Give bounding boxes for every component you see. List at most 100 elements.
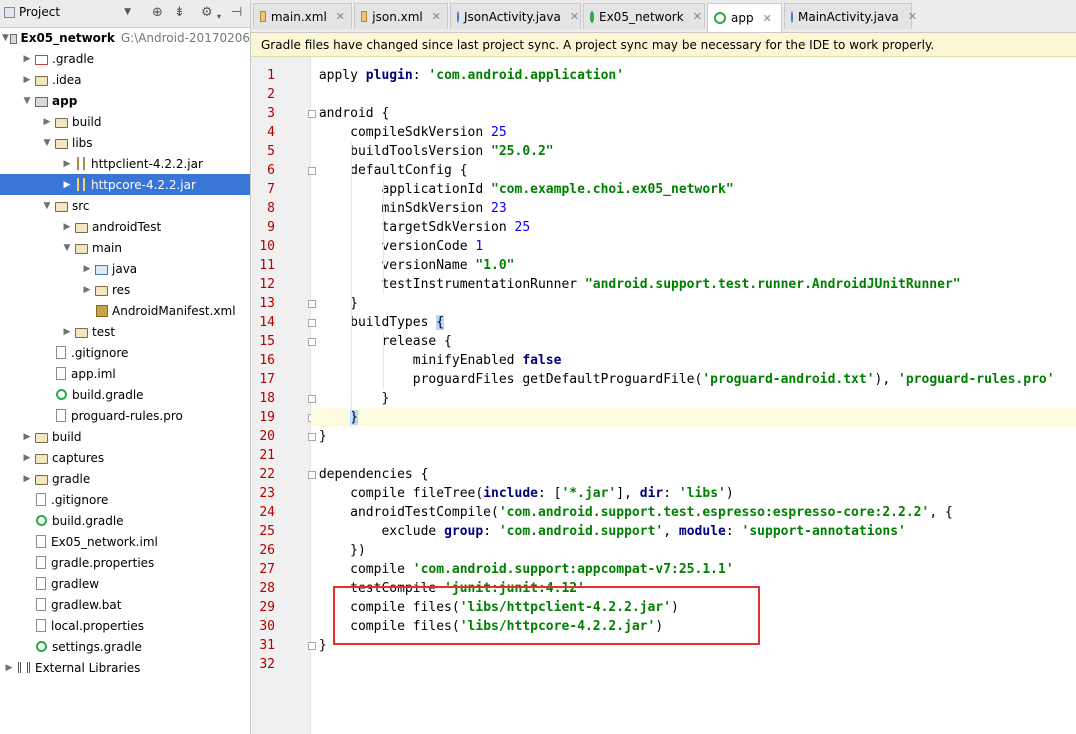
- close-tab-icon[interactable]: ✕: [763, 12, 772, 25]
- close-tab-icon[interactable]: ✕: [336, 10, 345, 23]
- code-line[interactable]: [311, 446, 1076, 465]
- collapse-arrow-icon[interactable]: ▶: [80, 285, 94, 295]
- tree-item[interactable]: ▼ main: [0, 237, 250, 258]
- code-line[interactable]: exclude group: 'com.android.support', mo…: [311, 522, 1076, 541]
- tree-item[interactable]: .gitignore: [0, 342, 250, 363]
- gear-menu-chevron-icon[interactable]: ▾: [217, 9, 221, 25]
- expand-arrow-icon[interactable]: ▼: [60, 243, 74, 253]
- tree-item[interactable]: ▶ httpclient-4.2.2.jar: [0, 153, 250, 174]
- tree-item[interactable]: Ex05_network.iml: [0, 531, 250, 552]
- expand-arrow-icon[interactable]: ▼: [40, 201, 54, 211]
- code-line[interactable]: apply plugin: 'com.android.application': [311, 66, 1076, 85]
- indent-guide: [351, 142, 352, 427]
- collapse-arrow-icon[interactable]: ▶: [60, 180, 74, 190]
- tree-item[interactable]: ▶ java: [0, 258, 250, 279]
- code-line[interactable]: compileSdkVersion 25: [311, 123, 1076, 142]
- editor-tab[interactable]: json.xml ✕: [354, 3, 448, 29]
- collapse-arrow-icon[interactable]: ▶: [60, 222, 74, 232]
- tree-item[interactable]: ▼ libs: [0, 132, 250, 153]
- collapse-arrow-icon[interactable]: ▶: [20, 474, 34, 484]
- tree-item[interactable]: ▼ app: [0, 90, 250, 111]
- code-line[interactable]: }: [311, 389, 1076, 408]
- collapse-all-icon[interactable]: ⇟: [174, 5, 185, 21]
- tree-item[interactable]: gradlew.bat: [0, 594, 250, 615]
- editor-gutter[interactable]: 1 2 3 4 5 6 7 8 9 10 11 12 13 14 15 16 17 18 19 20 21 22 23 24 2…: [251, 57, 316, 734]
- project-view-selector[interactable]: Project ▼: [4, 5, 131, 19]
- code-line[interactable]: versionName "1.0": [311, 256, 1076, 275]
- line-number: 2: [267, 87, 275, 102]
- close-tab-icon[interactable]: ✕: [693, 10, 702, 23]
- tree-item[interactable]: ▶ captures: [0, 447, 250, 468]
- expand-arrow-icon[interactable]: ▼: [20, 96, 34, 106]
- code-line[interactable]: targetSdkVersion 25: [311, 218, 1076, 237]
- code-line[interactable]: [311, 85, 1076, 104]
- tree-item[interactable]: settings.gradle: [0, 636, 250, 657]
- tree-item[interactable]: build.gradle: [0, 384, 250, 405]
- code-line[interactable]: proguardFiles getDefaultProguardFile('pr…: [311, 370, 1076, 389]
- gear-icon[interactable]: ⚙: [201, 5, 213, 21]
- code-line[interactable]: }: [311, 427, 1076, 446]
- tree-item[interactable]: .gitignore: [0, 489, 250, 510]
- tree-item[interactable]: build.gradle: [0, 510, 250, 531]
- code-line[interactable]: compile fileTree(include: ['*.jar'], dir…: [311, 484, 1076, 503]
- code-line[interactable]: release {: [311, 332, 1076, 351]
- code-line[interactable]: dependencies {: [311, 465, 1076, 484]
- code-line[interactable]: [311, 655, 1076, 674]
- tree-item[interactable]: ▶ res: [0, 279, 250, 300]
- tree-item[interactable]: proguard-rules.pro: [0, 405, 250, 426]
- collapse-arrow-icon[interactable]: ▶: [60, 327, 74, 337]
- code-line[interactable]: testInstrumentationRunner "android.suppo…: [311, 275, 1076, 294]
- code-line[interactable]: android {: [311, 104, 1076, 123]
- collapse-arrow-icon[interactable]: ▶: [80, 264, 94, 274]
- collapse-arrow-icon[interactable]: ▶: [20, 75, 34, 85]
- code-line[interactable]: applicationId "com.example.choi.ex05_net…: [311, 180, 1076, 199]
- sync-scroll-icon[interactable]: ⊕: [152, 5, 163, 21]
- tree-item[interactable]: ▼ src: [0, 195, 250, 216]
- tree-item[interactable]: ▶ build: [0, 426, 250, 447]
- editor-tab[interactable]: app ✕: [707, 3, 782, 32]
- code-line[interactable]: defaultConfig {: [311, 161, 1076, 180]
- collapse-arrow-icon[interactable]: ▶: [20, 432, 34, 442]
- collapse-arrow-icon[interactable]: ▶: [40, 117, 54, 127]
- code-line[interactable]: minifyEnabled false: [311, 351, 1076, 370]
- code-line[interactable]: minSdkVersion 23: [311, 199, 1076, 218]
- tree-item[interactable]: ▶ httpcore-4.2.2.jar: [0, 174, 250, 195]
- close-tab-icon[interactable]: ✕: [908, 10, 917, 23]
- tree-item[interactable]: ▼ Ex05_network G:\Android-20170206: [0, 27, 250, 48]
- tree-item[interactable]: ▶ .gradle: [0, 48, 250, 69]
- tree-item[interactable]: ▶ .idea: [0, 69, 250, 90]
- collapse-arrow-icon[interactable]: ▶: [20, 54, 34, 64]
- code-line[interactable]: compile 'com.android.support:appcompat-v…: [311, 560, 1076, 579]
- code-line[interactable]: }: [311, 408, 1076, 427]
- editor-tab[interactable]: Ex05_network ✕: [583, 3, 705, 29]
- close-tab-icon[interactable]: ✕: [432, 10, 441, 23]
- code-line[interactable]: }): [311, 541, 1076, 560]
- tree-item[interactable]: gradle.properties: [0, 552, 250, 573]
- code-line[interactable]: buildToolsVersion "25.0.2": [311, 142, 1076, 161]
- expand-arrow-icon[interactable]: ▼: [40, 138, 54, 148]
- editor-tab[interactable]: JsonActivity.java ✕: [450, 3, 581, 29]
- tree-item[interactable]: ▶ build: [0, 111, 250, 132]
- tree-item[interactable]: ▶ External Libraries: [0, 657, 250, 678]
- tree-item[interactable]: gradlew: [0, 573, 250, 594]
- code-line[interactable]: buildTypes {: [311, 313, 1076, 332]
- tree-item[interactable]: app.iml: [0, 363, 250, 384]
- collapse-arrow-icon[interactable]: ▶: [2, 663, 16, 673]
- tab-label: app: [731, 11, 754, 25]
- tree-item[interactable]: local.properties: [0, 615, 250, 636]
- tree-item[interactable]: ▶ gradle: [0, 468, 250, 489]
- tree-item[interactable]: ▶ test: [0, 321, 250, 342]
- editor-tab[interactable]: MainActivity.java ✕: [784, 3, 917, 29]
- editor-tab[interactable]: main.xml ✕: [253, 3, 352, 29]
- gradle-file-icon: [36, 641, 47, 652]
- collapse-arrow-icon[interactable]: ▶: [20, 453, 34, 463]
- expand-arrow-icon[interactable]: ▼: [2, 33, 9, 43]
- code-line[interactable]: androidTestCompile('com.android.support.…: [311, 503, 1076, 522]
- close-tab-icon[interactable]: ✕: [570, 10, 579, 23]
- collapse-arrow-icon[interactable]: ▶: [60, 159, 74, 169]
- hide-panel-icon[interactable]: ⊣: [231, 5, 242, 21]
- tree-item[interactable]: AndroidManifest.xml: [0, 300, 250, 321]
- code-line[interactable]: }: [311, 294, 1076, 313]
- code-line[interactable]: versionCode 1: [311, 237, 1076, 256]
- tree-item[interactable]: ▶ androidTest: [0, 216, 250, 237]
